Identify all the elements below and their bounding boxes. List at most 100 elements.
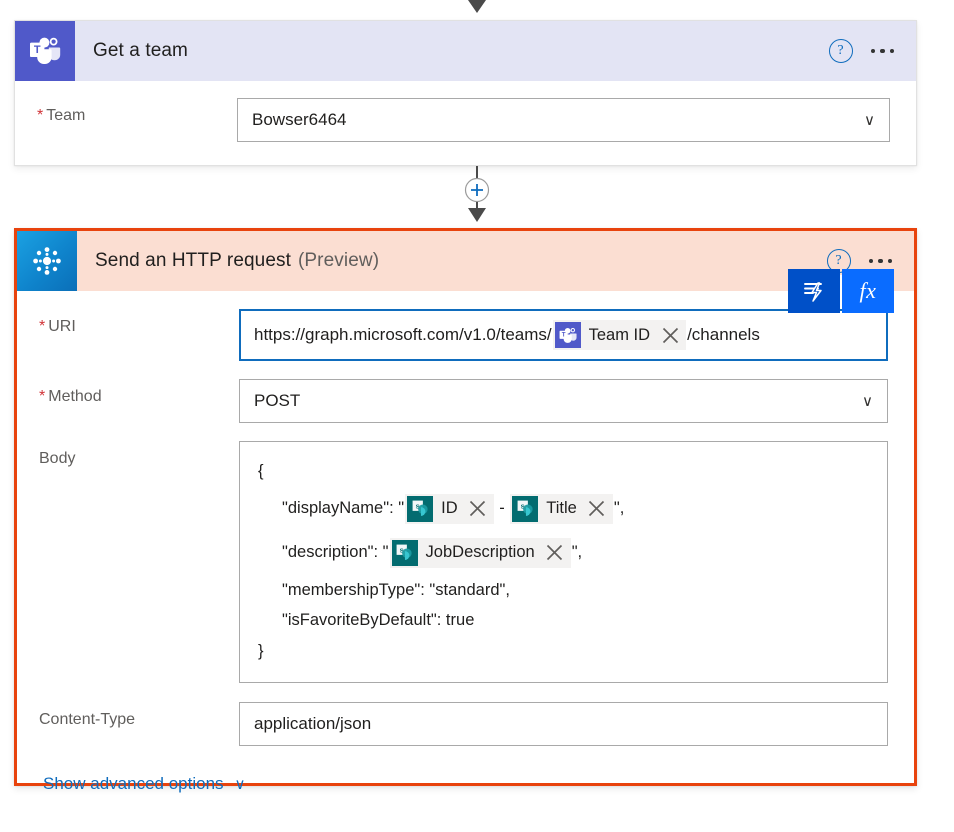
required-asterisk: *: [37, 107, 44, 124]
json-text: ",: [613, 499, 625, 518]
uri-input[interactable]: https://graph.microsoft.com/v1.0/teams/: [239, 309, 888, 361]
step-header-actions: ?: [828, 21, 917, 81]
step-title-send-an-http-request: Send an HTTP request (Preview): [77, 231, 827, 291]
token-label: JobDescription: [425, 543, 535, 562]
field-control-body: { "displayName": " s ID - s Title ", "de…: [239, 441, 914, 683]
remove-token-icon[interactable]: [465, 496, 491, 522]
fx-label: fx: [859, 278, 877, 303]
close-x-glyph: [662, 327, 678, 343]
sharepoint-glyph: s: [412, 500, 428, 516]
chevron-down-icon: ∨: [234, 776, 246, 793]
show-advanced-options-label: Show advanced options: [43, 774, 224, 793]
field-row-team: * Team Bowser6464 ∨: [15, 81, 916, 142]
microsoft-teams-icon: T: [554, 322, 581, 348]
sharepoint-glyph: s: [396, 544, 412, 560]
preview-tag: (Preview): [297, 250, 380, 271]
token-label: ID: [441, 499, 458, 518]
body-editor[interactable]: { "displayName": " s ID - s Title ", "de…: [239, 441, 888, 683]
arrow-down-icon: [468, 0, 486, 13]
more-options-icon[interactable]: [868, 258, 892, 264]
json-line: {: [240, 456, 887, 487]
json-text: "description": ": [282, 543, 389, 562]
office365-groups-glyph: [33, 247, 61, 275]
dynamic-token-team-id[interactable]: T Team ID: [552, 320, 687, 350]
show-advanced-options-link[interactable]: Show advanced options ∨: [43, 774, 246, 794]
step-header-send-an-http-request[interactable]: Send an HTTP request (Preview) ? fx: [17, 231, 914, 313]
field-label-team: * Team: [37, 107, 86, 124]
uri-text-prefix: https://graph.microsoft.com/v1.0/teams/: [254, 325, 552, 344]
json-line: }: [240, 636, 887, 667]
dynamic-token-id[interactable]: s ID: [405, 493, 494, 524]
dynamic-content-glyph: [804, 282, 822, 302]
team-dropdown-value: Bowser6464: [252, 110, 347, 129]
field-row-uri: * URI https://graph.microsoft.com/v1.0/te…: [17, 291, 914, 361]
field-row-method: * Method POST ∨: [17, 361, 914, 423]
chevron-down-icon: ∨: [864, 111, 875, 129]
add-step-icon[interactable]: [454, 166, 500, 230]
field-control-uri: https://graph.microsoft.com/v1.0/teams/: [239, 309, 914, 361]
json-text: }: [258, 641, 264, 660]
chevron-down-icon: ∨: [862, 392, 873, 410]
content-type-input[interactable]: application/json: [239, 702, 888, 746]
json-line: "description": " s JobDescription ",: [240, 531, 887, 575]
advanced-options-row: Show advanced options ∨: [17, 746, 914, 794]
method-value: POST: [254, 391, 301, 410]
svg-text:T: T: [561, 331, 565, 338]
help-circle-icon[interactable]: ?: [828, 39, 853, 63]
uri-text-suffix: /channels: [687, 325, 760, 344]
expression-fx-button[interactable]: fx: [842, 269, 894, 313]
json-text: -: [494, 499, 510, 518]
connector-insert-step: [0, 166, 954, 230]
team-dropdown[interactable]: Bowser6464 ∨: [237, 98, 890, 142]
remove-token-icon[interactable]: [657, 322, 683, 348]
token-label: Team ID: [588, 325, 651, 344]
dynamic-token-jobdescription[interactable]: s JobDescription: [389, 537, 571, 568]
step-header-get-a-team[interactable]: T Get a team ?: [15, 21, 916, 81]
required-asterisk: *: [39, 388, 46, 405]
teams-glyph: T: [559, 327, 577, 343]
step-body-get-a-team: * Team Bowser6464 ∨: [15, 81, 916, 142]
step-card-get-a-team[interactable]: T Get a team ? * Team Bowser6464 ∨: [14, 20, 917, 166]
close-x-glyph: [589, 500, 605, 517]
field-row-content-type: Content-Type application/json: [17, 683, 914, 746]
flow-designer-canvas: T Get a team ? * Team Bowser6464 ∨ Send …: [0, 0, 954, 832]
field-label-uri: * URI: [39, 318, 76, 335]
dynamic-content-icon[interactable]: [788, 269, 840, 313]
microsoft-teams-icon: T: [15, 21, 75, 81]
svg-text:T: T: [34, 44, 41, 56]
close-x-glyph: [547, 544, 563, 561]
field-control-team: Bowser6464 ∨: [237, 98, 916, 142]
dynamic-token-title[interactable]: s Title: [510, 493, 613, 524]
field-label-body: Body: [39, 450, 76, 467]
json-line: "isFavoriteByDefault": true: [240, 605, 887, 636]
office365-groups-icon: [17, 231, 77, 291]
content-type-value: application/json: [254, 714, 372, 733]
required-asterisk: *: [39, 318, 46, 335]
sharepoint-icon: s: [391, 539, 418, 566]
field-label-content-type: Content-Type: [39, 711, 136, 728]
method-dropdown[interactable]: POST ∨: [239, 379, 888, 423]
step-title-get-a-team: Get a team: [93, 40, 188, 61]
remove-token-icon[interactable]: [542, 540, 568, 566]
step-card-send-an-http-request[interactable]: Send an HTTP request (Preview) ? fx * UR…: [14, 228, 917, 793]
field-label-method: * Method: [39, 388, 102, 405]
json-text: "membershipType": "standard",: [282, 580, 510, 599]
sharepoint-icon: s: [407, 495, 434, 522]
field-row-body: Body { "displayName": " s ID - s Title "…: [17, 423, 914, 683]
teams-glyph: T: [30, 37, 61, 64]
json-line: "membershipType": "standard",: [240, 575, 887, 606]
sharepoint-icon: s: [512, 495, 539, 522]
connector-arrow-top: [0, 0, 954, 20]
json-text: {: [258, 462, 264, 480]
token-picker-toolbar[interactable]: fx: [788, 269, 894, 313]
remove-token-icon[interactable]: [584, 496, 610, 522]
sharepoint-glyph: s: [517, 500, 533, 516]
json-text: "displayName": ": [282, 499, 405, 518]
step-title-text: Send an HTTP request: [95, 250, 291, 271]
token-label: Title: [546, 499, 577, 518]
json-line: "displayName": " s ID - s Title ",: [240, 487, 887, 531]
more-options-icon[interactable]: [870, 48, 894, 54]
close-x-glyph: [470, 500, 486, 517]
json-text: ",: [571, 543, 583, 562]
field-control-content-type: application/json: [239, 702, 914, 746]
